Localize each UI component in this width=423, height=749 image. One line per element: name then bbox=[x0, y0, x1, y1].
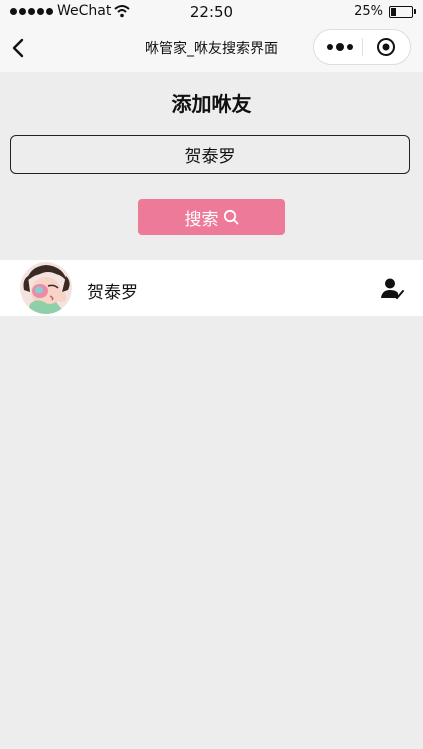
status-right: 25% bbox=[354, 4, 416, 19]
avatar bbox=[20, 262, 72, 314]
result-name: 贺泰罗 bbox=[87, 283, 138, 303]
capsule-divider bbox=[362, 38, 363, 56]
close-mini-program-icon[interactable] bbox=[376, 37, 396, 57]
mini-program-capsule bbox=[313, 29, 411, 65]
battery-icon bbox=[389, 5, 416, 18]
section-heading: 添加咻友 bbox=[171, 92, 252, 116]
search-input[interactable] bbox=[10, 135, 410, 174]
add-friend-icon[interactable] bbox=[381, 277, 405, 301]
search-button-label: 搜索 bbox=[184, 209, 219, 230]
search-button[interactable]: 搜索 bbox=[138, 199, 285, 235]
navigation-bar: 咻管家_咻友搜索界面 bbox=[0, 24, 423, 72]
search-icon bbox=[223, 209, 238, 225]
more-options-icon[interactable] bbox=[326, 42, 354, 52]
search-result-row[interactable]: 贺泰罗 bbox=[0, 260, 423, 316]
battery-percentage: 25% bbox=[354, 4, 383, 19]
status-bar: WeChat 22:50 25% bbox=[0, 0, 423, 24]
